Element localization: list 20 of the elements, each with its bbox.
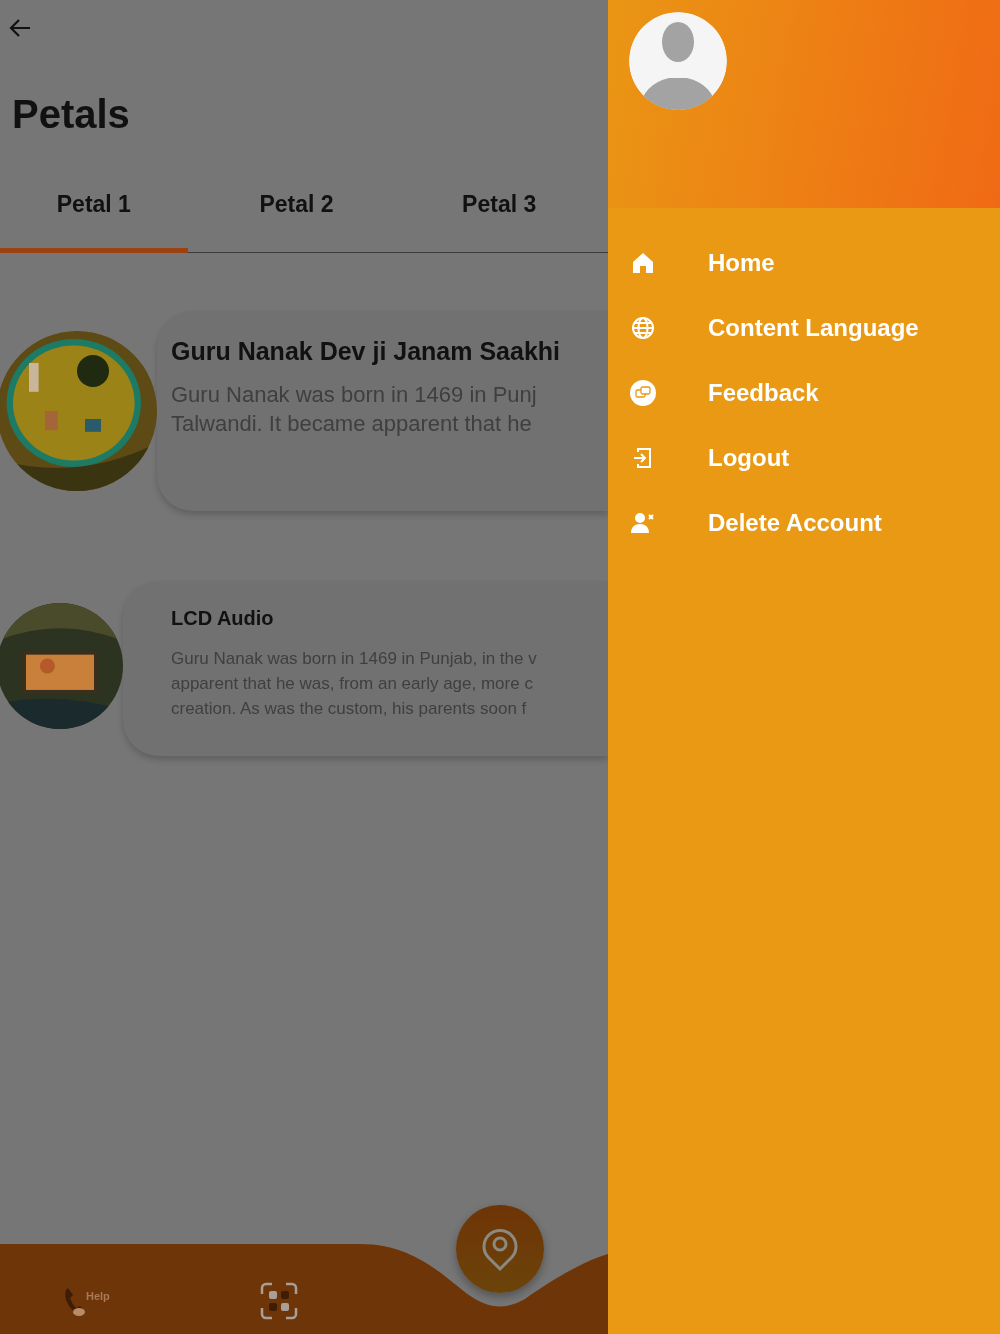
- page-title: Petals: [12, 92, 131, 137]
- card-background[interactable]: [157, 310, 608, 511]
- scan-icon[interactable]: [259, 1282, 298, 1320]
- card-title: LCD Audio: [171, 606, 275, 630]
- phone-icon: [64, 1286, 86, 1318]
- menu-item[interactable]: Content Language: [608, 295, 1000, 360]
- chat-bubbles-icon: [630, 379, 656, 406]
- tab[interactable]: Petal 2: [202, 177, 391, 253]
- globe-icon: [630, 314, 656, 341]
- menu-item[interactable]: Feedback: [608, 360, 1000, 425]
- location-button[interactable]: [456, 1205, 544, 1293]
- card-title: Guru Nanak Dev ji Janam Saakhi: [171, 336, 561, 366]
- tab[interactable]: Petal 1: [0, 177, 188, 253]
- menu-item[interactable]: Logout: [608, 425, 1000, 490]
- menu-item[interactable]: Delete Account: [608, 490, 1000, 555]
- location-pin-icon: [480, 1226, 520, 1272]
- help-button[interactable]: Help: [64, 1286, 110, 1318]
- tab[interactable]: Petal 3: [405, 177, 593, 253]
- card-background[interactable]: [123, 580, 608, 756]
- menu-item[interactable]: Home: [608, 230, 1000, 295]
